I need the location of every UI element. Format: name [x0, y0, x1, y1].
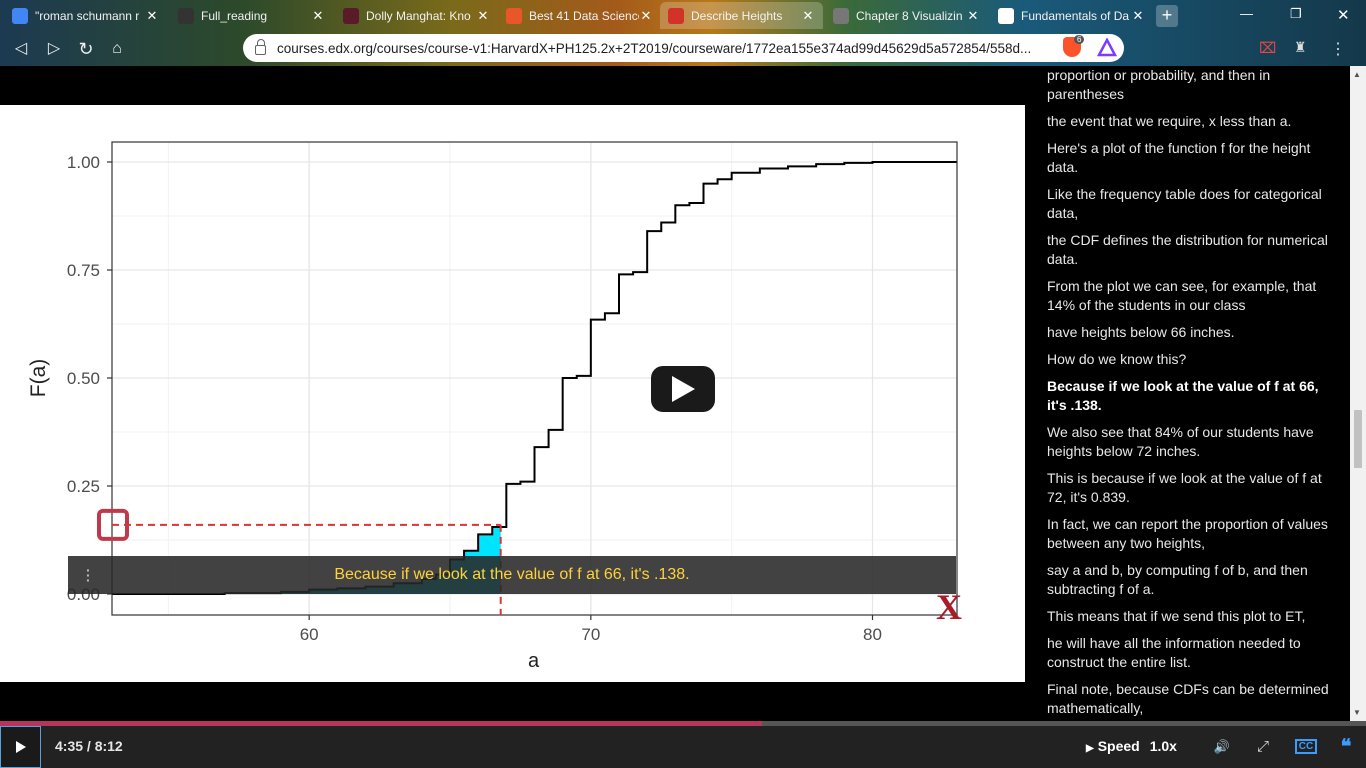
transcript-line[interactable]: How do we know this? [1047, 350, 1337, 369]
pdf-extension-icon[interactable]: ⌧ [1259, 39, 1279, 59]
tab-title: Describe Heights [691, 8, 783, 23]
brave-shield-icon[interactable]: 6 [1063, 35, 1085, 57]
play-icon [15, 741, 26, 753]
home-icon[interactable]: ⌂ [106, 38, 128, 60]
brave-rewards-icon[interactable] [1097, 38, 1117, 58]
y-tick-label: 0.75 [67, 261, 100, 280]
speed-value: 1.0x [1149, 738, 1177, 754]
close-tab-icon[interactable]: ✕ [801, 8, 815, 24]
medium-icon [506, 7, 522, 24]
play-icon [672, 376, 695, 402]
forward-icon[interactable]: ▷ [43, 38, 65, 60]
video-frame: 0.00 0.25 0.50 0.75 1.00 60 70 80 a F(a) [0, 105, 1025, 682]
tab-6[interactable]: Fundamentals of Da ✕ [990, 2, 1153, 29]
close-tab-icon[interactable]: ✕ [966, 8, 980, 24]
close-tab-icon[interactable]: ✕ [145, 8, 159, 24]
address-row: ◁ ▷ ↻ ⌂ courses.edx.org/courses/course-v… [0, 31, 1366, 66]
globe-icon [833, 7, 849, 24]
transcript-line[interactable]: This means that if we send this plot to … [1047, 607, 1337, 626]
transcript-line[interactable]: Here's a plot of the function f for the … [1047, 139, 1337, 177]
play-button[interactable] [0, 726, 41, 768]
reading-icon [178, 7, 194, 24]
cc-icon[interactable]: CC [1293, 734, 1319, 760]
transcript-line[interactable]: Like the frequency table does for catego… [1047, 185, 1337, 223]
x-tick-label: 80 [863, 625, 882, 644]
tab-title: Dolly Manghat: Kno [366, 8, 471, 23]
lock-icon [255, 39, 266, 55]
transcript-line[interactable]: We also see that 84% of our students hav… [1047, 423, 1337, 461]
close-window-icon[interactable]: ✕ [1337, 6, 1350, 24]
transcript-line[interactable]: Final note, because CDFs can be determin… [1047, 680, 1337, 718]
speed-label: Speed [1097, 738, 1140, 754]
close-tab-icon[interactable]: ✕ [639, 8, 653, 24]
fullscreen-icon[interactable]: ⤢ [1250, 734, 1276, 760]
y-tick-label: 0.25 [67, 477, 100, 496]
extension-icon[interactable]: ♜ [1294, 39, 1314, 59]
x-tick-label: 60 [300, 625, 319, 644]
tab-title: Best 41 Data Science [529, 8, 639, 23]
speed-button[interactable]: ▶ Speed 1.0x [1086, 738, 1177, 754]
transcript-line[interactable]: he will have all the information needed … [1047, 634, 1337, 672]
back-icon[interactable]: ◁ [10, 38, 32, 60]
close-tab-icon[interactable]: ✕ [1131, 8, 1145, 24]
cdf-chart: 0.000.250.500.751.0060 70 80aF(a) [27, 141, 958, 672]
caption-menu-icon[interactable]: · · · [86, 563, 91, 587]
tab-4[interactable]: Describe Heights ✕ [660, 2, 823, 29]
url-text: courses.edx.org/courses/course-v1:Harvar… [277, 40, 1032, 56]
scroll-thumb[interactable] [1354, 410, 1362, 468]
edx-icon [668, 7, 684, 24]
transcript-line[interactable]: say a and b, by computing f of b, and th… [1047, 561, 1337, 599]
volume-icon[interactable]: 🔊 [1209, 734, 1235, 760]
maximize-icon[interactable]: ❐ [1290, 6, 1302, 22]
dolly-icon [343, 7, 359, 24]
transcript-line[interactable]: proportion or probability, and then in p… [1047, 66, 1337, 104]
tab-title: Chapter 8 Visualizin [856, 8, 963, 23]
transcript-line[interactable]: the event that we require, x less than a… [1047, 112, 1337, 131]
chevron-right-icon: ▶ [1086, 743, 1094, 754]
tab-5[interactable]: Chapter 8 Visualizin ✕ [825, 2, 988, 29]
browser-chrome: "roman schumann r ✕ Full_reading ✕ Dolly Man… [0, 0, 1366, 66]
transcript-line[interactable]: This is because if we look at the value … [1047, 469, 1337, 507]
transcript-panel[interactable]: proportion or probability, and then in p… [1025, 66, 1350, 722]
big-play-button[interactable] [651, 366, 715, 412]
player-controls: 4:35 / 8:12 ▶ Speed 1.0x 🔊 ⤢ CC ❝ [0, 726, 1366, 768]
edx-logo-icon: X [936, 587, 962, 627]
transcript-line[interactable]: Because if we look at the value of f at … [1047, 377, 1337, 415]
transcript-line[interactable]: In fact, we can report the proportion of… [1047, 515, 1337, 553]
scrollbar[interactable]: ▲ ▼ [1350, 66, 1366, 722]
tab-3[interactable]: Best 41 Data Science ✕ [498, 2, 661, 29]
new-tab-button[interactable]: + [1156, 5, 1178, 27]
menu-icon[interactable]: ⋮ [1330, 39, 1350, 59]
transcript-line[interactable]: From the plot we can see, for example, t… [1047, 277, 1337, 315]
transcript-line[interactable]: the CDF defines the distribution for num… [1047, 231, 1337, 269]
tab-title: "roman schumann r [35, 8, 140, 23]
google-icon [12, 7, 28, 24]
address-bar[interactable]: courses.edx.org/courses/course-v1:Harvar… [243, 34, 1124, 62]
y-tick-label: 1.00 [67, 153, 100, 172]
scroll-down-icon[interactable]: ▼ [1353, 708, 1361, 717]
tab-2[interactable]: Dolly Manghat: Kno ✕ [335, 2, 498, 29]
caption-bar: · · · Because if we look at the value of f… [68, 556, 956, 594]
x-tick-label: 70 [581, 625, 600, 644]
close-tab-icon[interactable]: ✕ [311, 8, 325, 24]
transcript-toggle-icon[interactable]: ❝ [1333, 734, 1359, 760]
minimize-icon[interactable]: — [1240, 6, 1253, 21]
time-display: 4:35 / 8:12 [55, 738, 123, 754]
y-tick-label: 0.50 [67, 369, 100, 388]
tab-title: Full_reading [201, 8, 268, 23]
caption-text: Because if we look at the value of f at … [334, 566, 690, 583]
tab-title: Fundamentals of Da [1021, 8, 1130, 23]
transcript-line[interactable]: have heights below 66 inches. [1047, 323, 1337, 342]
close-tab-icon[interactable]: ✕ [476, 8, 490, 24]
reload-icon[interactable]: ↻ [75, 38, 97, 60]
scroll-up-icon[interactable]: ▲ [1353, 70, 1361, 79]
tab-1[interactable]: Full_reading ✕ [170, 2, 333, 29]
y-axis-label: F(a) [27, 359, 50, 398]
tab-0[interactable]: "roman schumann r ✕ [4, 2, 167, 29]
x-axis-label: a [528, 650, 540, 672]
sm-icon [998, 7, 1014, 24]
